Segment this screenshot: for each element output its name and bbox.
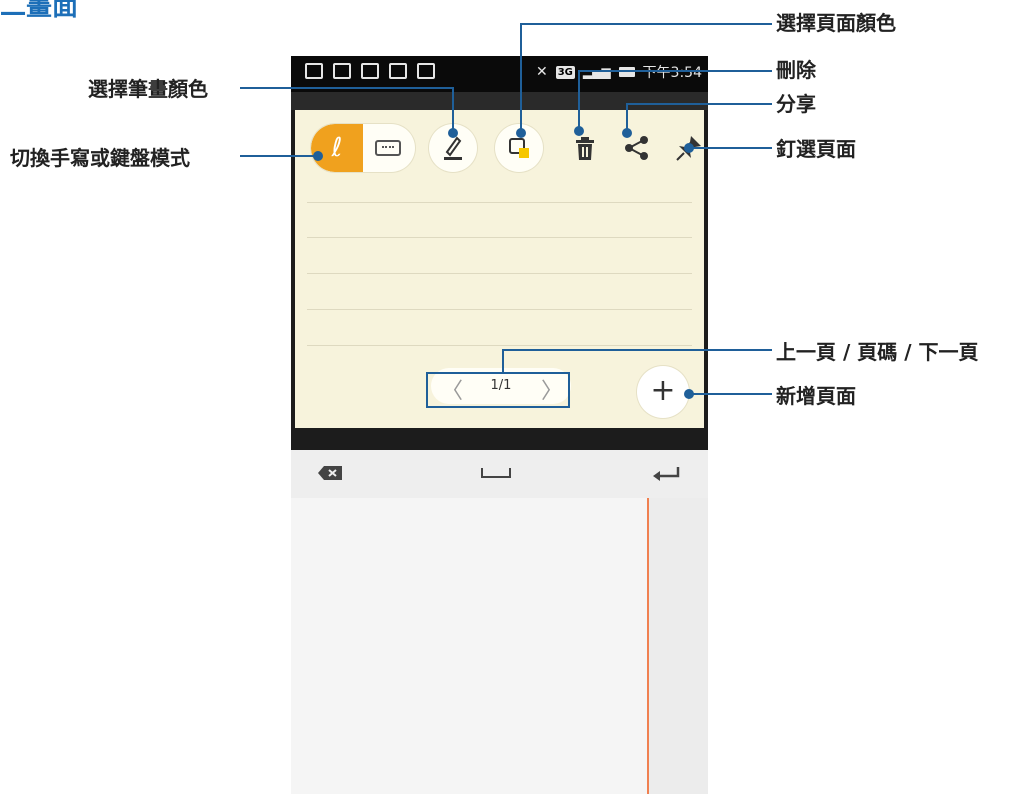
callout-dot [448,128,458,138]
page-color-swatch [519,148,529,158]
image-icon [389,63,407,79]
status-icons-right: ✕ 3G ▂▄▆ 下午3:54 [536,62,702,82]
keyboard-icon[interactable] [375,140,401,156]
network-badge: 3G [555,65,575,79]
signal-icon: ▂▄▆ [582,65,611,79]
callout-line [626,103,772,105]
pad-side-panel [649,498,708,794]
mute-icon: ✕ [535,64,548,80]
keyboard-controls [291,450,708,498]
callout-line [502,349,772,351]
note-line [307,309,692,310]
storage-icon [361,63,379,79]
callout-dot [622,128,632,138]
callout-line [692,147,772,149]
callout-share: 分享 [776,92,816,116]
battery-icon [618,67,635,77]
mode-toggle[interactable]: ℓ [311,124,415,172]
callout-line [520,23,522,133]
callout-delete: 刪除 [776,58,816,82]
add-page-button[interactable]: + [637,366,689,418]
callout-line [502,349,504,373]
callout-pagination: 上一頁 / 頁碼 / 下一頁 [776,340,979,364]
note-line [307,202,692,203]
handwriting-pad[interactable] [291,498,708,794]
handwriting-icon[interactable]: ℓ [311,124,363,172]
page-title: 二畫面 [0,0,79,22]
app-bar [291,92,708,110]
callout-line [240,155,320,157]
callout-line [578,70,580,130]
space-icon[interactable] [481,468,511,478]
status-icons-left [305,63,435,79]
wifi-icon [333,63,351,79]
note-toolbar: ℓ [305,120,701,176]
callout-pin: 釘選頁面 [776,137,856,161]
callout-line [452,87,454,133]
mail-icon [417,63,435,79]
callout-dot [574,126,584,136]
note-line [307,237,692,238]
sd-card-icon [305,63,323,79]
callout-dot [684,389,694,399]
callout-mode-toggle: 切換手寫或鍵盤模式 [10,146,190,170]
callout-line [240,87,452,89]
callout-line [578,70,772,72]
handwriting-keyboard [291,450,708,794]
callout-dot [516,128,526,138]
pad-divider [647,498,649,794]
note-line [307,273,692,274]
callout-page-color: 選擇頁面顏色 [776,11,896,35]
callout-line [690,393,772,395]
phone-screen: ✕ 3G ▂▄▆ 下午3:54 ℓ 〈 1/1 〉 + [291,56,708,794]
callout-line [520,23,772,25]
backspace-icon[interactable] [317,465,343,481]
callout-bracket [426,372,570,408]
callout-pen-color: 選擇筆畫顏色 [88,77,208,101]
enter-icon[interactable] [651,464,681,484]
note-line [307,345,692,346]
callout-add-page: 新增頁面 [776,384,856,408]
callout-dot [684,143,694,153]
callout-dot [313,151,323,161]
status-time: 下午3:54 [642,65,702,81]
trash-icon[interactable] [567,130,603,166]
